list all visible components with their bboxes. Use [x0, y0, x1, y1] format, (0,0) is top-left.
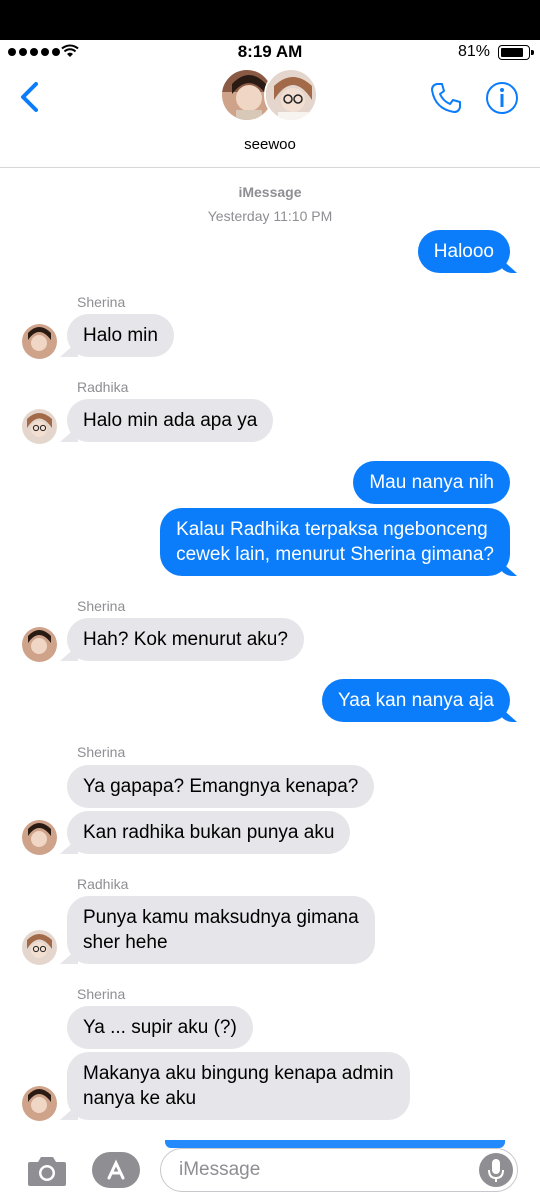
message-bubble-incoming[interactable]: Hah? Kok menurut aku?: [67, 618, 304, 661]
message-bubble-incoming[interactable]: Kan radhika bukan punya aku: [67, 811, 351, 854]
phone-icon[interactable]: [428, 80, 464, 116]
thread-timestamp: Yesterday 11:10 PM: [207, 208, 333, 224]
camera-icon[interactable]: [26, 1154, 68, 1188]
group-avatar[interactable]: [220, 68, 320, 124]
message-thread[interactable]: iMessage Yesterday 11:10 PM Halooo Sheri…: [0, 168, 540, 1140]
avatar-sherina: [22, 324, 57, 359]
avatar-radhika: [264, 68, 318, 122]
message-bubble-incoming[interactable]: Halo min ada apa ya: [67, 399, 274, 442]
message-line: Punya kamu maksudnya gimana: [83, 907, 359, 928]
message-line: sher hehe: [83, 932, 168, 953]
message-line: nanya ke aku: [83, 1088, 197, 1109]
message-bubble-incoming[interactable]: Punya kamu maksudnya gimana sher hehe: [67, 896, 375, 964]
message-bubble-incoming[interactable]: Ya ... supir aku (?): [67, 1006, 253, 1049]
message-bubble-outgoing[interactable]: Halooo: [417, 230, 510, 273]
partial-message-bubble: [165, 1140, 505, 1148]
sender-name: Radhika: [77, 876, 129, 892]
avatar-sherina: [22, 1086, 57, 1121]
back-chevron-icon[interactable]: [16, 78, 46, 118]
compose-bar: [0, 1140, 540, 1200]
message-bubble-outgoing[interactable]: Mau nanya nih: [353, 461, 510, 504]
message-input[interactable]: [179, 1157, 469, 1183]
message-bubble-incoming[interactable]: Makanya aku bingung kenapa admin nanya k…: [67, 1052, 410, 1120]
message-bubble-outgoing[interactable]: Kalau Radhika terpaksa ngebonceng cewek …: [160, 508, 510, 576]
avatar-sherina: [22, 820, 57, 855]
message-bubble-incoming[interactable]: Halo min: [67, 314, 174, 357]
message-line: Kalau Radhika terpaksa ngebonceng: [176, 519, 488, 540]
microphone-icon[interactable]: [479, 1153, 513, 1187]
info-icon[interactable]: [484, 80, 520, 116]
battery-percentage: 81%: [457, 43, 490, 60]
conversation-header: seewoo: [0, 64, 540, 168]
message-field[interactable]: [160, 1148, 518, 1192]
avatar-radhika: [22, 930, 57, 965]
message-line: cewek lain, menurut Sherina gimana?: [176, 544, 494, 565]
status-bar: 8:19 AM 81%: [0, 40, 540, 64]
contact-name[interactable]: seewoo: [0, 136, 540, 153]
sender-name: Sherina: [77, 294, 126, 310]
message-bubble-outgoing[interactable]: Yaa kan nanya aja: [322, 679, 510, 722]
app-store-icon[interactable]: [92, 1152, 140, 1188]
sender-name: Radhika: [77, 379, 129, 395]
service-label: iMessage: [238, 184, 302, 200]
message-line: Makanya aku bingung kenapa admin: [83, 1063, 394, 1084]
sender-name: Sherina: [77, 598, 126, 614]
avatar-radhika: [22, 409, 57, 444]
avatar-sherina: [22, 627, 57, 662]
sender-name: Sherina: [77, 744, 126, 760]
message-bubble-incoming[interactable]: Ya gapapa? Emangnya kenapa?: [67, 765, 375, 808]
battery-icon: [498, 45, 534, 60]
sender-name: Sherina: [77, 986, 126, 1002]
top-black-bar: [0, 0, 540, 40]
